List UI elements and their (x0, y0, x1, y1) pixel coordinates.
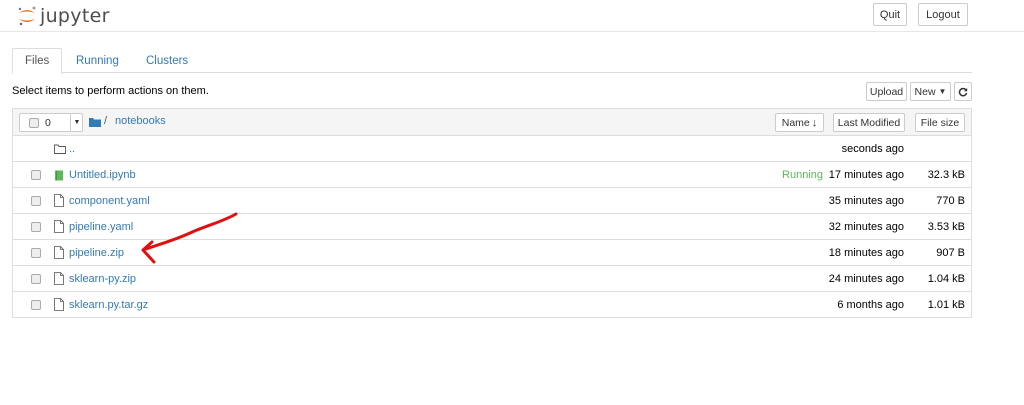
name-sort-label: Name (781, 116, 810, 129)
new-dropdown-button[interactable]: New ▼ (910, 82, 951, 101)
quit-button[interactable]: Quit (873, 3, 907, 26)
new-label: New (914, 85, 936, 98)
file-size: 1.04 kB (927, 273, 965, 285)
arrow-down-icon: ↓ (811, 116, 818, 129)
file-size: 907 B (936, 247, 965, 259)
tab-files[interactable]: Files (12, 48, 63, 74)
sort-by-last-modified-button[interactable]: Last Modified (833, 113, 905, 132)
row-checkbox[interactable] (31, 248, 41, 258)
logo-text: jupyter (40, 5, 110, 27)
list-item-pipeline-zip[interactable]: pipeline.zip 18 minutes ago 907 B (13, 240, 971, 266)
last-modified: 32 minutes ago (828, 221, 904, 233)
last-modified: 18 minutes ago (828, 247, 904, 259)
last-modified: seconds ago (841, 143, 904, 155)
select-all-dropdown[interactable]: 0 ▼ (19, 113, 83, 132)
row-checkbox[interactable] (31, 196, 41, 206)
file-icon (54, 272, 64, 285)
refresh-button[interactable] (954, 82, 972, 101)
breadcrumb-notebooks[interactable]: notebooks (115, 115, 166, 127)
list-header: 0 ▼ / notebooks Name ↓ Last Modified Fil… (13, 109, 971, 136)
running-status: Running (782, 169, 823, 181)
file-size: 1.01 kB (927, 299, 965, 311)
refresh-icon (958, 87, 968, 96)
file-name[interactable]: sklearn.py.tar.gz (69, 299, 148, 311)
row-checkbox[interactable] (31, 274, 41, 284)
file-size: 770 B (936, 195, 965, 207)
file-icon (54, 220, 64, 233)
sort-by-file-size-button[interactable]: File size (915, 113, 965, 132)
tab-clusters[interactable]: Clusters (134, 48, 200, 73)
selected-count: 0 (45, 116, 51, 129)
row-checkbox[interactable] (31, 170, 41, 180)
tab-running[interactable]: Running (64, 48, 131, 73)
top-header: jupyter Quit Logout (0, 0, 1024, 32)
list-item-component-yaml[interactable]: component.yaml 35 minutes ago 770 B (13, 188, 971, 214)
list-item-parent-folder[interactable]: .. seconds ago (13, 136, 971, 162)
file-name[interactable]: pipeline.zip (69, 247, 124, 259)
file-name[interactable]: pipeline.yaml (69, 221, 133, 233)
file-list: 0 ▼ / notebooks Name ↓ Last Modified Fil… (12, 108, 972, 318)
file-icon (54, 246, 64, 259)
caret-down-icon: ▼ (938, 87, 947, 96)
last-modified: 17 minutes ago (828, 169, 904, 181)
caret-down-icon: ▼ (70, 114, 83, 131)
list-item-pipeline-yaml[interactable]: pipeline.yaml 32 minutes ago 3.53 kB (13, 214, 971, 240)
sort-by-name-button[interactable]: Name ↓ (775, 113, 824, 132)
jupyter-logo[interactable]: jupyter (16, 3, 110, 29)
jupyter-logo-icon (18, 6, 36, 26)
tab-bar: Files Running Clusters (12, 48, 972, 74)
last-modified: 6 months ago (837, 299, 904, 311)
list-item-sklearn-py-zip[interactable]: sklearn-py.zip 24 minutes ago 1.04 kB (13, 266, 971, 292)
last-modified: 35 minutes ago (828, 195, 904, 207)
file-name[interactable]: sklearn-py.zip (69, 273, 136, 285)
last-modified: 24 minutes ago (828, 273, 904, 285)
select-all-checkbox[interactable] (29, 117, 39, 128)
notebook-icon (55, 170, 63, 181)
folder-icon (89, 118, 101, 127)
path-separator: / (104, 115, 108, 127)
file-icon (54, 194, 64, 207)
logout-button[interactable]: Logout (918, 3, 968, 26)
file-size: 32.3 kB (927, 169, 965, 181)
list-item-untitled-ipynb[interactable]: Untitled.ipynb Running 17 minutes ago 32… (13, 162, 971, 188)
file-name[interactable]: Untitled.ipynb (69, 169, 136, 181)
upload-button[interactable]: Upload (866, 82, 907, 101)
file-name[interactable]: .. (69, 143, 75, 155)
file-name[interactable]: component.yaml (69, 195, 150, 207)
instructions-text: Select items to perform actions on them. (12, 85, 209, 97)
file-icon (54, 298, 64, 311)
folder-outline-icon (54, 144, 66, 154)
file-size: 3.53 kB (927, 221, 965, 233)
list-item-sklearn-tar-gz[interactable]: sklearn.py.tar.gz 6 months ago 1.01 kB (13, 292, 971, 318)
row-checkbox[interactable] (31, 222, 41, 232)
row-checkbox[interactable] (31, 300, 41, 310)
